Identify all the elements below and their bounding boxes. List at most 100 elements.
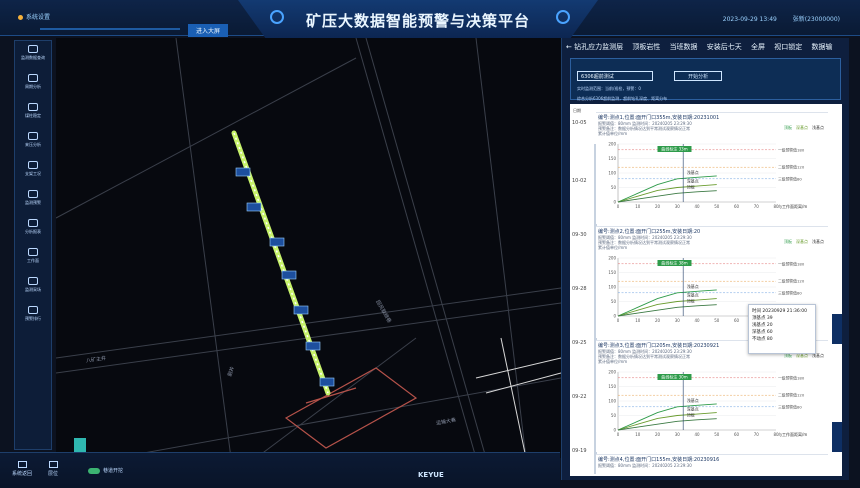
x-tick-label: 10 bbox=[635, 204, 641, 209]
date-axis-title: 日期 bbox=[573, 108, 581, 113]
date-label: 09-30 bbox=[572, 232, 587, 238]
face-select[interactable]: 6306超前测试 bbox=[577, 71, 653, 81]
y-tick-label: 50 bbox=[611, 185, 617, 190]
legend-entry[interactable]: 深基点 bbox=[796, 239, 808, 244]
series-line[interactable] bbox=[617, 304, 717, 317]
layers-icon bbox=[28, 103, 38, 111]
threshold-label: 一级预警值180 bbox=[778, 375, 805, 380]
y-tick-label: 100 bbox=[608, 285, 616, 290]
y-tick-label: 100 bbox=[608, 171, 616, 176]
series-label: 深基点 bbox=[687, 406, 699, 412]
tab-fullscreen[interactable]: 全屏 bbox=[751, 43, 765, 51]
tab-shift[interactable]: 当班数据 bbox=[670, 43, 698, 51]
chart-legend: 顶板 深基点 浅基点 bbox=[780, 125, 824, 131]
sidebar-item[interactable]: 预警排行 bbox=[15, 302, 51, 331]
system-settings[interactable]: 系统设置 bbox=[18, 12, 50, 21]
analyze-button[interactable]: 开始分析 bbox=[674, 71, 723, 81]
card-title: 编号:测点2,位置:面开门口255m,安装日期:20 bbox=[598, 229, 701, 235]
monitor-list[interactable]: 日期 10-05 10-02 09-30 09-28 09-25 09-22 09-19 编… bbox=[570, 104, 842, 476]
system-return-button[interactable]: 系统返回 bbox=[12, 461, 32, 477]
sidebar-item[interactable]: 分析报表 bbox=[15, 215, 51, 244]
monitor-card[interactable]: 编号:测点3,位置:面开门口205m,安装日期:20230921 报警阈值：80m… bbox=[596, 340, 828, 452]
toggle-switch[interactable] bbox=[88, 467, 100, 474]
sidebar-item[interactable]: 监测数据查询 bbox=[15, 41, 51, 70]
peak-label: 曲线标注 38m bbox=[661, 260, 687, 266]
legend-entry[interactable]: 顶板 bbox=[784, 125, 792, 130]
legend-entry[interactable]: 深基点 bbox=[796, 125, 808, 130]
threshold-label: 三级预警值80 bbox=[778, 176, 802, 181]
brand-logo: KEYUE bbox=[418, 471, 444, 479]
report-icon bbox=[28, 219, 38, 227]
threshold-label: 三级预警值80 bbox=[778, 404, 802, 409]
series-label: 浅基点 bbox=[687, 397, 699, 403]
series-label: 浅基点 bbox=[687, 283, 699, 289]
sidebar-item[interactable]: 监测采场 bbox=[15, 273, 51, 302]
panel-header: ← 钻孔应力监测层 顶板岩性 当班数据 安装后七天 全屏 视口锁定 数据输 bbox=[562, 38, 849, 56]
x-tick-label: 60 bbox=[734, 432, 740, 437]
x-tick-label: 70 bbox=[754, 432, 760, 437]
sidebar-item[interactable]: 来压分析 bbox=[15, 128, 51, 157]
x-tick-label: 40 bbox=[694, 204, 700, 209]
y-tick-label: 150 bbox=[608, 384, 616, 389]
legend-entry[interactable]: 浅基点 bbox=[812, 239, 824, 244]
sidebar-item-label: 分析报表 bbox=[25, 229, 41, 234]
sidebar-item[interactable]: 煤柱稳定 bbox=[15, 99, 51, 128]
date-label: 09-28 bbox=[572, 286, 587, 292]
series-line[interactable] bbox=[617, 418, 717, 431]
combined-analysis-tab[interactable] bbox=[832, 314, 842, 344]
x-tick-label: 60 bbox=[734, 204, 740, 209]
sidebar-item-label: 监测数据查询 bbox=[21, 55, 45, 60]
x-tick-label: 70 bbox=[754, 204, 760, 209]
legend-entry[interactable]: 顶板 bbox=[784, 239, 792, 244]
x-tick-label: 50 bbox=[714, 318, 720, 323]
tooltip-row: 顶基点 39 bbox=[752, 316, 773, 321]
series-line[interactable] bbox=[617, 190, 717, 203]
date-label: 09-22 bbox=[572, 394, 587, 400]
threshold-label: 二级预警值120 bbox=[778, 165, 805, 170]
tab-rock[interactable]: 顶板岩性 bbox=[632, 43, 660, 51]
excavation-toggle[interactable]: 巷道开挖 bbox=[88, 467, 123, 474]
tab-data[interactable]: 数据输 bbox=[812, 43, 833, 51]
doc-icon bbox=[28, 45, 38, 53]
back-link[interactable]: ← 钻孔应力监测层 bbox=[566, 43, 623, 51]
x-tick-label: 50 bbox=[714, 432, 720, 437]
alert-icon bbox=[28, 190, 38, 198]
line-chart: 05010015020001020304050607080与工作面距离/m一级预… bbox=[608, 370, 807, 438]
y-tick-label: 50 bbox=[611, 299, 617, 304]
monitor-card[interactable]: 编号:测点1,位置:面开门口355m,安装日期:20231001 报警阈值：80m… bbox=[596, 112, 828, 224]
card-meta: 报警阈值：80mm 监测时间：20240205 23:29:30 bbox=[598, 463, 692, 468]
x-tick-label: 40 bbox=[694, 432, 700, 437]
y-tick-label: 50 bbox=[611, 413, 617, 418]
enter-bigscreen-tab[interactable]: 进入大屏 bbox=[188, 24, 229, 37]
sidebar-item[interactable]: 监测预警 bbox=[15, 186, 51, 215]
info-text-1: 实时监测范围：当前/巡检，预警：0 bbox=[577, 86, 641, 91]
x-tick-label: 30 bbox=[675, 318, 681, 323]
cloud-icon bbox=[28, 132, 38, 140]
tab-lock[interactable]: 视口锁定 bbox=[774, 43, 802, 51]
monitor-card[interactable]: 编号:测点4,位置:面开门口155m,安装日期:20230916 报警阈值：80m… bbox=[596, 454, 828, 476]
chart-tooltip: 时间 20230929 21:36:00 顶基点 39 浅基点 20 深基点 60 不动… bbox=[748, 304, 816, 354]
date-axis: 日期 10-05 10-02 09-30 09-28 09-25 09-22 09-19 bbox=[570, 104, 597, 476]
y-tick-label: 150 bbox=[608, 156, 616, 161]
sidebar-item-label: 监测预警 bbox=[25, 200, 41, 205]
x-tick-label: 20 bbox=[655, 432, 661, 437]
threshold-label: 一级预警值180 bbox=[778, 261, 805, 266]
top-header: 系统设置 矿压大数据智能预警与决策平台 进入大屏 2023-09-29 13:4… bbox=[0, 0, 860, 40]
sidebar-item-label: 监测采场 bbox=[25, 287, 41, 292]
sidebar-item[interactable]: 周期分析 bbox=[15, 70, 51, 99]
settings-icon bbox=[18, 15, 23, 20]
layer-button[interactable]: 层位 bbox=[48, 461, 58, 477]
legend-entry[interactable]: 浅基点 bbox=[812, 125, 824, 130]
tab-seven[interactable]: 安装后七天 bbox=[707, 43, 742, 51]
sidebar-item-label: 工作面 bbox=[27, 258, 39, 263]
date-label: 10-02 bbox=[572, 178, 587, 184]
mine-map[interactable]: 八矿主井 回风联络巷 副井 运输大巷 bbox=[56, 38, 561, 458]
face-icon bbox=[28, 248, 38, 256]
sidebar-item[interactable]: 支架工况 bbox=[15, 157, 51, 186]
x-tick-label: 0 bbox=[617, 318, 620, 323]
combined-analysis-tab[interactable] bbox=[832, 422, 842, 452]
user-name[interactable]: 张新(23000000) bbox=[793, 16, 840, 23]
threshold-label: 二级预警值120 bbox=[778, 393, 805, 398]
x-tick-label: 10 bbox=[635, 318, 641, 323]
sidebar-item[interactable]: 工作面 bbox=[15, 244, 51, 273]
